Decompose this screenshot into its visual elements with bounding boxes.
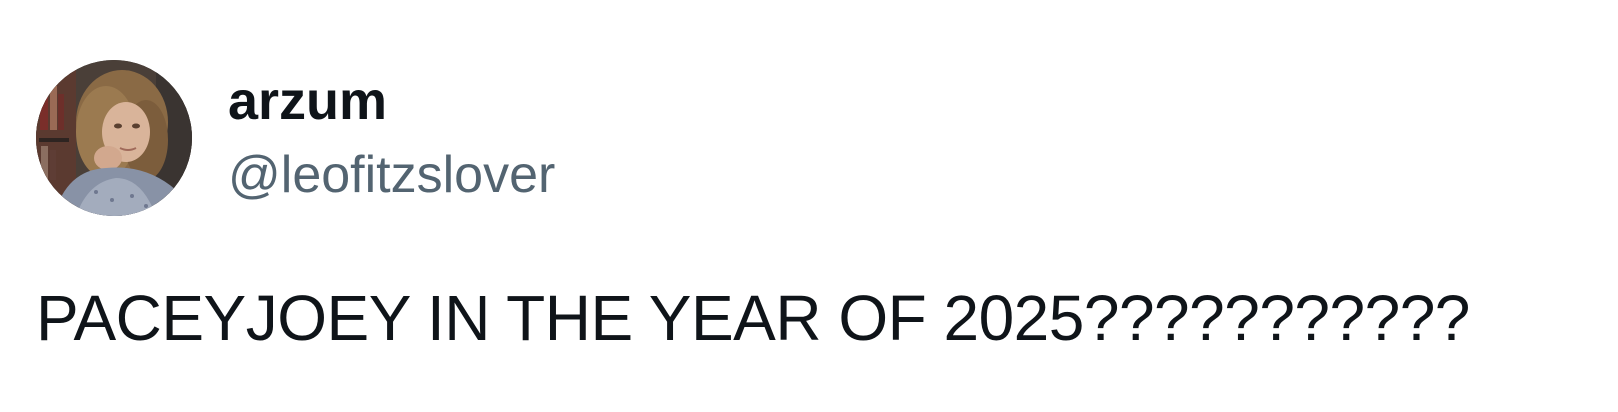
user-avatar-photo-icon	[36, 60, 192, 216]
user-handle[interactable]: @leofitzslover	[228, 142, 555, 208]
tweet-text: PACEYJOEY IN THE YEAR OF 2025???????????	[36, 282, 1470, 354]
tweet-card: arzum @leofitzslover PACEYJOEY IN THE YE…	[0, 0, 1618, 412]
avatar[interactable]	[36, 60, 192, 216]
display-name[interactable]: arzum	[228, 68, 387, 134]
